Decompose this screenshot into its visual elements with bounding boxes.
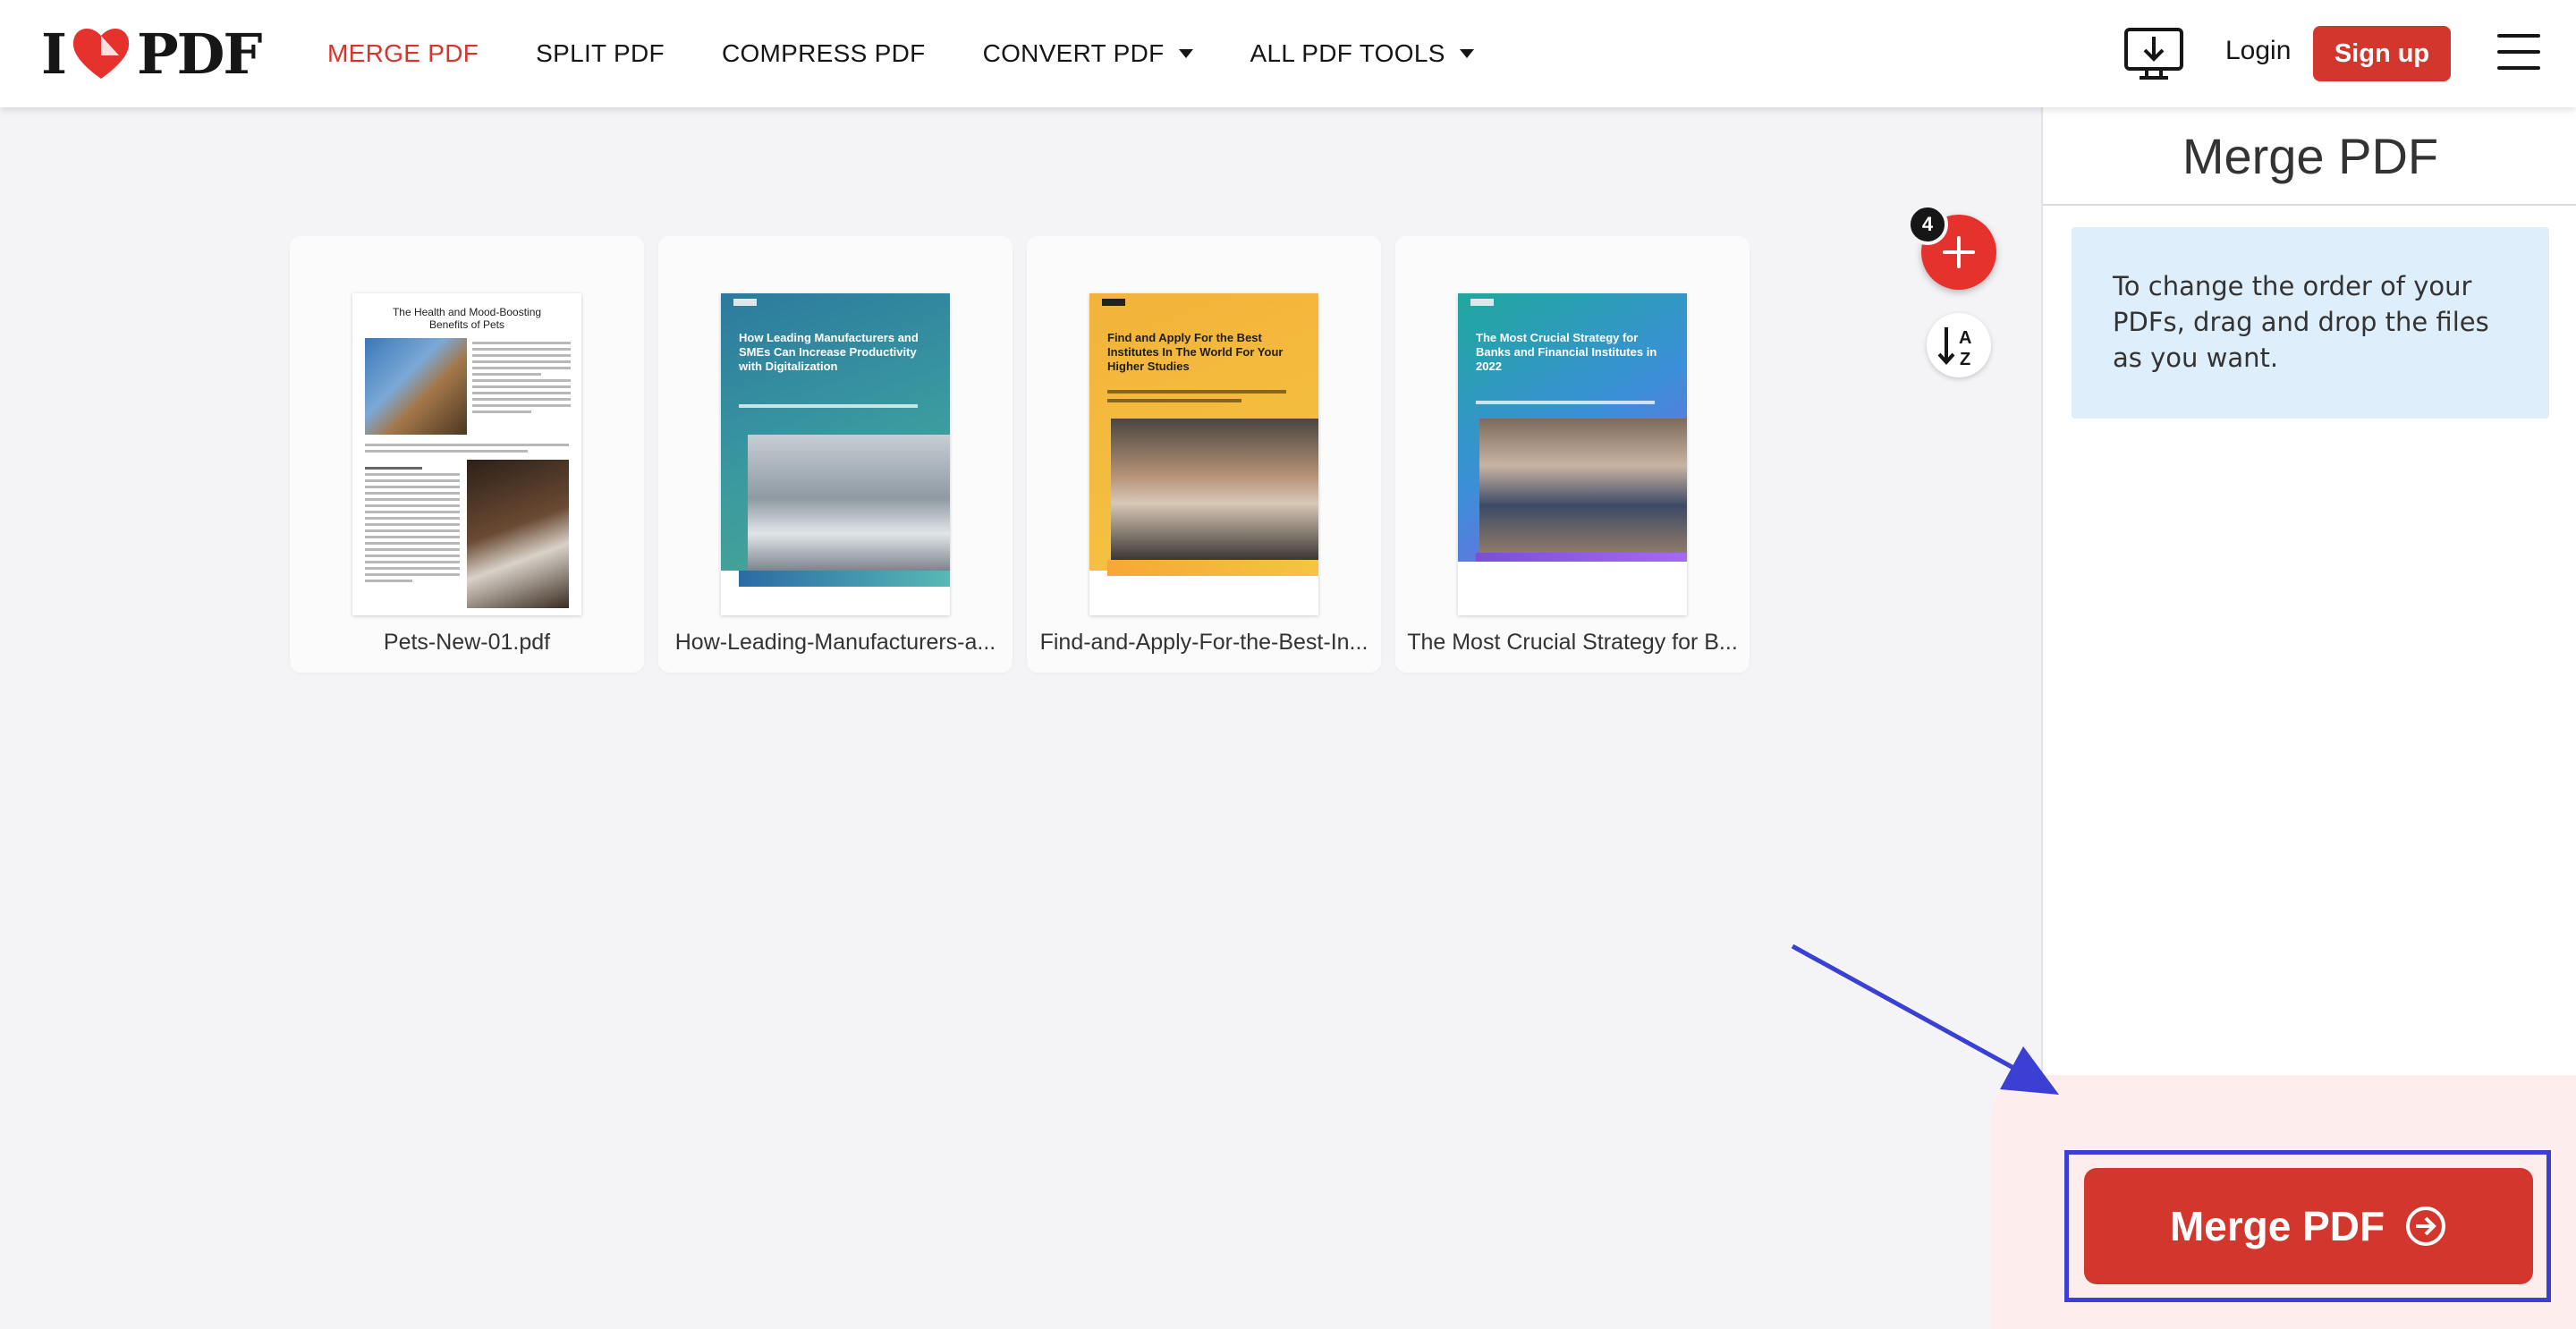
panel-divider xyxy=(2043,204,2576,206)
desktop-download-icon[interactable] xyxy=(2122,25,2186,82)
pdf-thumbnail: How Leading Manufacturers and SMEs Can I… xyxy=(721,293,950,615)
login-link[interactable]: Login xyxy=(2225,36,2291,66)
students-photo xyxy=(1111,419,1318,560)
svg-text:A: A xyxy=(1959,328,1971,348)
info-message: To change the order of your PDFs, drag a… xyxy=(2072,227,2549,419)
logo-letter: I xyxy=(41,21,67,87)
caret-down-icon xyxy=(1459,49,1474,58)
business-photo xyxy=(1479,419,1687,553)
thumbnail-title: How Leading Manufacturers and SMEs Can I… xyxy=(739,331,919,373)
pdf-thumbnail: The Health and Mood-Boosting Benefits of… xyxy=(352,293,581,615)
pdf-thumbnail: The Most Crucial Strategy for Banks and … xyxy=(1458,293,1687,615)
pdf-thumbnail: Find and Apply For the Best Institutes I… xyxy=(1089,293,1318,615)
highlight-box xyxy=(2064,1150,2551,1302)
nav-split-pdf[interactable]: SPLIT PDF xyxy=(536,39,665,68)
signup-button[interactable]: Sign up xyxy=(2313,26,2451,81)
file-name: The Most Crucial Strategy for B... xyxy=(1407,630,1738,655)
file-card[interactable]: The Health and Mood-Boosting Benefits of… xyxy=(290,236,644,673)
file-list: The Health and Mood-Boosting Benefits of… xyxy=(290,236,1764,673)
svg-text:Z: Z xyxy=(1960,350,1970,369)
thumbnail-title: The Most Crucial Strategy for Banks and … xyxy=(1476,331,1657,373)
thumbnail-title: The Health and Mood-Boosting Benefits of… xyxy=(392,306,542,331)
file-card[interactable]: Find and Apply For the Best Institutes I… xyxy=(1027,236,1381,673)
file-card[interactable]: How Leading Manufacturers and SMEs Can I… xyxy=(658,236,1013,673)
nav-compress-pdf[interactable]: COMPRESS PDF xyxy=(722,39,926,68)
caret-down-icon xyxy=(1178,49,1193,58)
file-name: Pets-New-01.pdf xyxy=(383,630,551,655)
dog-photo xyxy=(467,460,569,608)
main-nav: MERGE PDF SPLIT PDF COMPRESS PDF CONVERT… xyxy=(327,0,1531,107)
file-name: How-Leading-Manufacturers-a... xyxy=(674,630,996,655)
hamburger-menu-icon[interactable] xyxy=(2497,34,2540,73)
sort-az-icon[interactable]: A Z xyxy=(1927,313,1991,377)
nav-all-pdf-tools[interactable]: ALL PDF TOOLS xyxy=(1250,39,1474,68)
nav-merge-pdf[interactable]: MERGE PDF xyxy=(327,39,479,68)
file-name: Find-and-Apply-For-the-Best-In... xyxy=(1039,630,1368,655)
ilovepdf-logo[interactable]: I PDF xyxy=(41,21,262,87)
nav-convert-pdf[interactable]: CONVERT PDF xyxy=(983,39,1193,68)
heart-icon xyxy=(72,28,130,79)
logo-wordmark: PDF xyxy=(137,21,262,87)
file-count-badge: 4 xyxy=(1907,204,1948,245)
panel-title: Merge PDF xyxy=(2182,128,2439,184)
thumbnail-title: Find and Apply For the Best Institutes I… xyxy=(1107,331,1284,373)
file-card[interactable]: The Most Crucial Strategy for Banks and … xyxy=(1395,236,1750,673)
top-header: I PDF MERGE PDF SPLIT PDF COMPRESS PDF C… xyxy=(0,0,2576,107)
factory-photo xyxy=(748,435,950,576)
cat-photo xyxy=(365,338,467,435)
